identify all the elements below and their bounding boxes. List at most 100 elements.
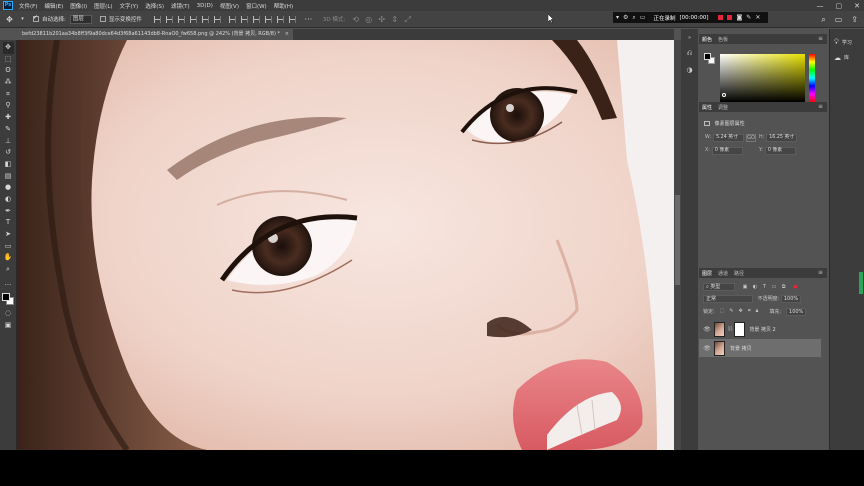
menu-help[interactable]: 帮助(H) xyxy=(274,2,293,10)
link-dimensions-icon[interactable]: GO xyxy=(746,134,756,142)
align-right-icon[interactable] xyxy=(213,15,221,23)
camera-icon[interactable]: ◙ xyxy=(736,14,742,21)
color-picker-handle[interactable] xyxy=(722,93,726,97)
foreground-color-swatch[interactable] xyxy=(1,293,10,302)
blend-mode-dropdown[interactable]: 正常 xyxy=(703,295,753,303)
hand-tool-icon[interactable]: ✋ xyxy=(3,252,14,264)
tab-channels[interactable]: 通道 xyxy=(718,270,728,277)
menu-filter[interactable]: 滤镜(T) xyxy=(171,2,190,10)
blur-tool-icon[interactable]: ● xyxy=(3,182,14,194)
align-center-icon[interactable] xyxy=(201,15,209,23)
align-bottom-icon[interactable] xyxy=(177,15,185,23)
tab-adjustments[interactable]: 调整 xyxy=(718,104,728,111)
type-tool-icon[interactable]: T xyxy=(3,217,14,229)
scale-3d-icon[interactable]: ⤢ xyxy=(403,15,412,24)
history-brush-tool-icon[interactable]: ↺ xyxy=(3,147,14,159)
distribute-top-icon[interactable] xyxy=(228,15,236,23)
workspace-icon[interactable]: ▭ xyxy=(835,15,843,25)
align-top-icon[interactable] xyxy=(153,15,161,23)
layer-name[interactable]: 背景 拷贝 2 xyxy=(749,326,775,333)
width-input[interactable]: 5.24 英寸 xyxy=(713,134,745,142)
path-select-tool-icon[interactable]: ➤ xyxy=(3,229,14,241)
zoom-tool-icon[interactable]: ⌕ xyxy=(3,264,14,276)
move-tool-icon[interactable]: ✥ xyxy=(5,15,14,24)
canvas-vertical-scrollbar[interactable] xyxy=(674,40,681,450)
minimize-button[interactable]: — xyxy=(817,2,824,10)
lock-artboard-icon[interactable]: ⌗ xyxy=(748,308,751,316)
clone-stamp-tool-icon[interactable]: ⊥ xyxy=(3,136,14,148)
distribute-middle-icon[interactable] xyxy=(240,15,248,23)
move-tool-icon[interactable]: ✥ xyxy=(2,42,14,54)
layer-row[interactable]: 👁︎ ⛓︎ 背景 拷贝 2 xyxy=(699,320,821,338)
lock-all-icon[interactable]: 🔒︎ xyxy=(756,308,759,316)
distribute-left-icon[interactable] xyxy=(264,15,272,23)
distribute-right-icon[interactable] xyxy=(288,15,296,23)
pen-tool-icon[interactable]: ✒ xyxy=(3,206,14,218)
libraries-panel-button[interactable]: ☁︎ 库 xyxy=(830,50,864,65)
lock-position-icon[interactable]: ✥ xyxy=(739,308,743,316)
history-panel-icon[interactable]: ⎌ xyxy=(687,49,693,58)
filter-pixel-icon[interactable]: ▣ xyxy=(743,284,748,290)
color-panel-swatches[interactable] xyxy=(704,53,716,65)
close-window-button[interactable]: ✕ xyxy=(854,2,860,10)
gradient-tool-icon[interactable]: ▤ xyxy=(3,171,14,183)
layer-filter-dropdown[interactable]: ⌕ 类型 xyxy=(703,283,735,291)
height-input[interactable]: 16.25 英寸 xyxy=(766,134,798,142)
filter-adjustment-icon[interactable]: ◐ xyxy=(753,284,757,290)
brush-tool-icon[interactable]: ✎ xyxy=(3,124,14,136)
filter-toggle-icon[interactable]: ● xyxy=(793,284,797,290)
eraser-tool-icon[interactable]: ◧ xyxy=(3,159,14,171)
search-icon[interactable]: ⌕ xyxy=(821,15,825,25)
opacity-input[interactable]: 100% xyxy=(780,295,802,303)
layer-name[interactable]: 背景 拷贝 xyxy=(730,345,752,352)
foreground-color-swatch[interactable] xyxy=(704,53,711,60)
menu-window[interactable]: 窗口(W) xyxy=(246,2,267,10)
pen-icon[interactable]: ✎ xyxy=(746,14,751,21)
scrollbar-thumb[interactable] xyxy=(675,195,680,285)
adjustments-panel-icon[interactable]: ◑ xyxy=(686,66,692,74)
panel-menu-icon[interactable]: ≡ xyxy=(818,103,823,110)
panel-menu-icon[interactable]: ≡ xyxy=(818,35,823,42)
menu-layer[interactable]: 图层(L) xyxy=(94,2,112,10)
drag-3d-icon[interactable]: ✣ xyxy=(377,15,386,24)
slide-3d-icon[interactable]: ⇕ xyxy=(390,15,399,24)
share-icon[interactable]: ⇪ xyxy=(851,15,858,25)
filter-smart-icon[interactable]: ⧉ xyxy=(782,284,786,290)
x-input[interactable]: 0 像素 xyxy=(711,147,743,155)
menu-3d[interactable]: 3D(D) xyxy=(197,3,213,9)
hue-slider[interactable] xyxy=(809,54,815,102)
tab-color[interactable]: 颜色 xyxy=(702,36,712,43)
orbit-3d-icon[interactable]: ⟲ xyxy=(351,15,360,24)
filter-shape-icon[interactable]: ▭ xyxy=(772,284,777,290)
menu-select[interactable]: 选择(S) xyxy=(145,2,164,10)
pause-record-icon[interactable] xyxy=(727,15,733,20)
tab-layers[interactable]: 图层 xyxy=(702,270,712,277)
eyedropper-tool-icon[interactable]: ⚲ xyxy=(3,100,14,112)
auto-select-dropdown[interactable]: 图层 xyxy=(69,14,92,24)
panel-menu-icon[interactable]: ≡ xyxy=(818,269,823,276)
color-picker-field[interactable] xyxy=(720,54,805,102)
shape-tool-icon[interactable]: ▭ xyxy=(3,241,14,253)
auto-select-checkbox[interactable] xyxy=(33,14,39,22)
lock-pixels-icon[interactable]: ✎ xyxy=(729,308,733,316)
layer-thumbnail[interactable] xyxy=(714,321,725,337)
quick-select-tool-icon[interactable]: ⁂ xyxy=(3,77,14,89)
color-swatches[interactable] xyxy=(1,293,15,306)
screen-mode-icon[interactable]: ▣ xyxy=(3,320,14,332)
menu-view[interactable]: 视图(V) xyxy=(220,2,239,10)
chain-link-icon[interactable]: ⛓︎ xyxy=(727,326,733,332)
zoom-icon[interactable]: ⌕ xyxy=(632,14,635,22)
document-tab[interactable]: befd23811b201aa34b8ff3f9a80dce64d3f68a61… xyxy=(17,29,293,40)
maximize-button[interactable]: ▢ xyxy=(836,2,843,10)
tab-swatches[interactable]: 色板 xyxy=(718,36,728,43)
layer-thumbnail[interactable] xyxy=(714,340,725,356)
menu-edit[interactable]: 编辑(E) xyxy=(44,2,63,10)
quick-mask-icon[interactable]: ◌ xyxy=(3,308,14,320)
chevron-down-icon[interactable]: ▾ xyxy=(18,15,27,24)
menu-image[interactable]: 图像(I) xyxy=(70,2,87,10)
lasso-tool-icon[interactable]: ʘ xyxy=(3,65,14,77)
y-input[interactable]: 0 像素 xyxy=(764,147,796,155)
show-transform-checkbox[interactable] xyxy=(99,16,106,22)
more-tools-icon[interactable]: ··· xyxy=(3,280,14,292)
layer-row[interactable]: 👁︎ 背景 拷贝 xyxy=(699,339,821,357)
